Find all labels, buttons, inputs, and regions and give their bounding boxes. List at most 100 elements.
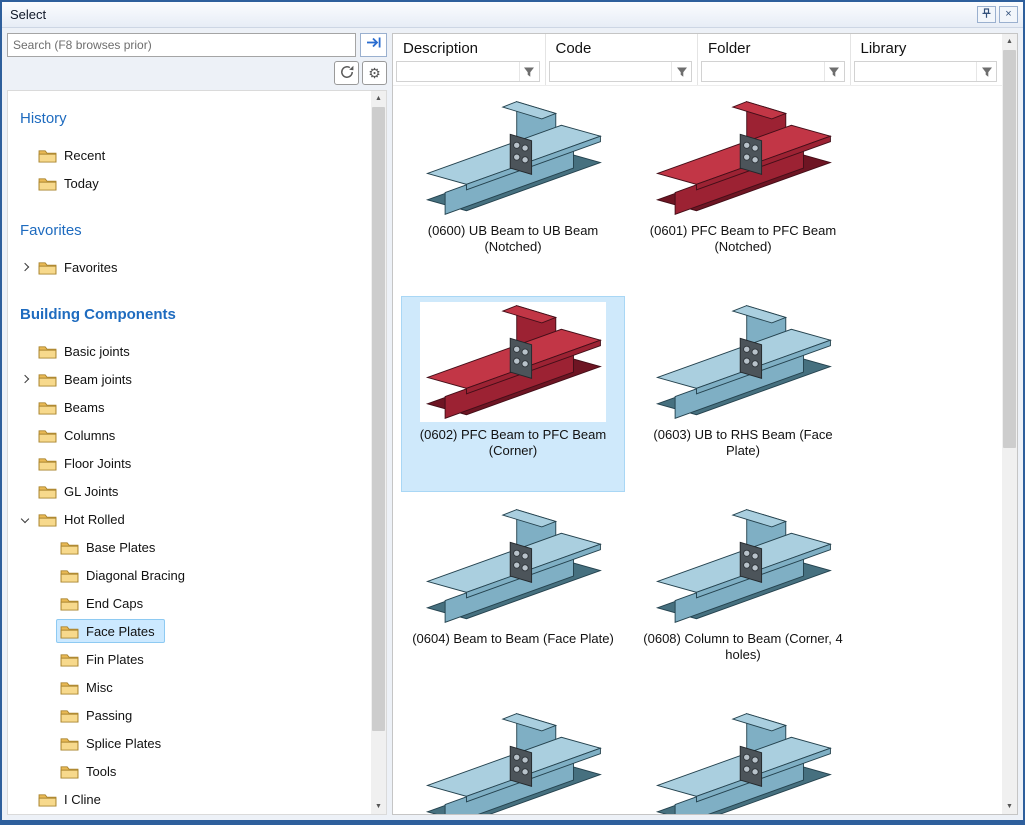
tree-item-label: End Caps: [86, 596, 143, 611]
component-thumbnail: [650, 302, 836, 422]
folder-icon: [60, 624, 79, 639]
folder-icon: [60, 540, 79, 555]
search-go-button[interactable]: [360, 33, 387, 57]
tree-item-beams[interactable]: Beams: [14, 393, 371, 421]
tree-scroll-down-button[interactable]: ▼: [371, 799, 386, 814]
tree-item-basic-joints[interactable]: Basic joints: [14, 337, 371, 365]
chevron-right-icon[interactable]: [16, 264, 34, 270]
pin-button[interactable]: [977, 6, 996, 23]
tree-item-label: Passing: [86, 708, 132, 723]
tree-item-body: Passing: [56, 703, 142, 727]
tree-item-diagonal-bracing[interactable]: Diagonal Bracing: [14, 561, 371, 589]
search-input[interactable]: [7, 33, 356, 57]
grid-scroll-up-button[interactable]: ▲: [1002, 34, 1017, 49]
tree-item-favorites[interactable]: Favorites: [14, 253, 371, 281]
component-thumbnail: [650, 710, 836, 814]
left-pane: ⚙ HistoryRecentTodayFavoritesFavoritesBu…: [7, 33, 387, 815]
column-filter-library[interactable]: [854, 61, 998, 82]
chevron-right-icon[interactable]: [16, 376, 34, 382]
filter-funnel-icon[interactable]: [519, 62, 539, 81]
tree-item-today[interactable]: Today: [14, 169, 371, 197]
tree-item-fin-plates[interactable]: Fin Plates: [14, 645, 371, 673]
folder-icon: [38, 456, 57, 471]
tree-item-splice-plates[interactable]: Splice Plates: [14, 729, 371, 757]
tree-item-body: Hot Rolled: [34, 507, 135, 531]
tree-item-passing[interactable]: Passing: [14, 701, 371, 729]
tree-scroll-up-button[interactable]: ▲: [371, 91, 386, 106]
tree-item-columns[interactable]: Columns: [14, 421, 371, 449]
tree-item-end-caps[interactable]: End Caps: [14, 589, 371, 617]
component-card[interactable]: (0604) Beam to Beam (Face Plate): [401, 500, 625, 696]
titlebar-buttons: ×: [977, 6, 1018, 23]
tree-item-body: Tools: [56, 759, 126, 783]
arrow-right-icon: [366, 36, 382, 54]
component-card[interactable]: (0600) UB Beam to UB Beam (Notched): [401, 92, 625, 288]
grid-column-code: Code: [546, 34, 699, 85]
component-card[interactable]: (0608) Column to Beam (Corner, 4 holes): [631, 500, 855, 696]
tree-item-recent[interactable]: Recent: [14, 141, 371, 169]
tree-item-beam-joints[interactable]: Beam joints: [14, 365, 371, 393]
tree-item-label: Columns: [64, 428, 115, 443]
column-header-description[interactable]: Description: [393, 34, 545, 61]
column-filter-folder[interactable]: [701, 61, 845, 82]
tree-item-face-plates[interactable]: Face Plates: [14, 617, 371, 645]
component-thumbnail: [420, 506, 606, 626]
grid-scroll-down-button[interactable]: ▼: [1002, 799, 1017, 814]
column-header-folder[interactable]: Folder: [698, 34, 850, 61]
column-header-code[interactable]: Code: [546, 34, 698, 61]
tree-item-body: End Caps: [56, 591, 153, 615]
tree-item-label: Floor Joints: [64, 456, 131, 471]
component-caption: (0604) Beam to Beam (Face Plate): [407, 631, 619, 647]
filter-funnel-icon[interactable]: [671, 62, 691, 81]
tree-item-body: Base Plates: [56, 535, 165, 559]
chevron-down-icon[interactable]: [16, 516, 34, 522]
component-card[interactable]: [631, 704, 855, 814]
tree-item-label: Beams: [64, 400, 104, 415]
tree-item-body: GL Joints: [34, 479, 128, 503]
filter-funnel-icon[interactable]: [976, 62, 996, 81]
column-filter-description[interactable]: [396, 61, 540, 82]
folder-icon: [60, 736, 79, 751]
refresh-button[interactable]: [334, 61, 359, 85]
tree-item-label: Today: [64, 176, 99, 191]
tree-item-body: Basic joints: [34, 339, 140, 363]
titlebar[interactable]: Select ×: [2, 2, 1023, 28]
tree-item-misc[interactable]: Misc: [14, 673, 371, 701]
filter-funnel-icon[interactable]: [824, 62, 844, 81]
tree-item-i-cline[interactable]: I Cline: [14, 785, 371, 813]
tree-item-body: Recent: [34, 143, 115, 167]
tree-item-body: I Cline: [34, 787, 111, 811]
tree-scrollbar-track[interactable]: [371, 106, 386, 799]
tree-item-body: Splice Plates: [56, 731, 171, 755]
tree-item-gl-joints[interactable]: GL Joints: [14, 477, 371, 505]
tree-item-floor-joints[interactable]: Floor Joints: [14, 449, 371, 477]
tree-scrollbar-thumb[interactable]: [372, 107, 385, 731]
column-header-library[interactable]: Library: [851, 34, 1003, 61]
tree-item-hot-rolled[interactable]: Hot Rolled: [14, 505, 371, 533]
tree-item-tools[interactable]: Tools: [14, 757, 371, 785]
tree-section-history: History: [14, 109, 371, 129]
component-grid: (0600) UB Beam to UB Beam (Notched) (0601…: [393, 86, 873, 814]
window-title: Select: [10, 7, 46, 22]
component-card[interactable]: [401, 704, 625, 814]
grid-scrollbar[interactable]: ▲ ▼: [1002, 34, 1017, 814]
component-caption: (0603) UB to RHS Beam (Face Plate): [637, 427, 849, 459]
tree-scrollbar[interactable]: ▲ ▼: [371, 91, 386, 814]
grid-scrollbar-track[interactable]: [1002, 49, 1017, 799]
component-caption: (0608) Column to Beam (Corner, 4 holes): [637, 631, 849, 663]
gear-icon: ⚙: [368, 65, 381, 82]
grid-scrollbar-thumb[interactable]: [1003, 50, 1016, 448]
folder-icon: [38, 512, 57, 527]
folder-icon: [38, 176, 57, 191]
settings-button[interactable]: ⚙: [362, 61, 387, 85]
column-filter-code[interactable]: [549, 61, 693, 82]
tree-item-label: Face Plates: [86, 624, 155, 639]
tree-section-building-components: Building Components: [14, 305, 371, 325]
component-card[interactable]: (0602) PFC Beam to PFC Beam (Corner): [401, 296, 625, 492]
component-card[interactable]: (0603) UB to RHS Beam (Face Plate): [631, 296, 855, 492]
component-card[interactable]: (0601) PFC Beam to PFC Beam (Notched): [631, 92, 855, 288]
component-caption: (0600) UB Beam to UB Beam (Notched): [407, 223, 619, 255]
tree-item-base-plates[interactable]: Base Plates: [14, 533, 371, 561]
component-thumbnail: [420, 98, 606, 218]
close-button[interactable]: ×: [999, 6, 1018, 23]
